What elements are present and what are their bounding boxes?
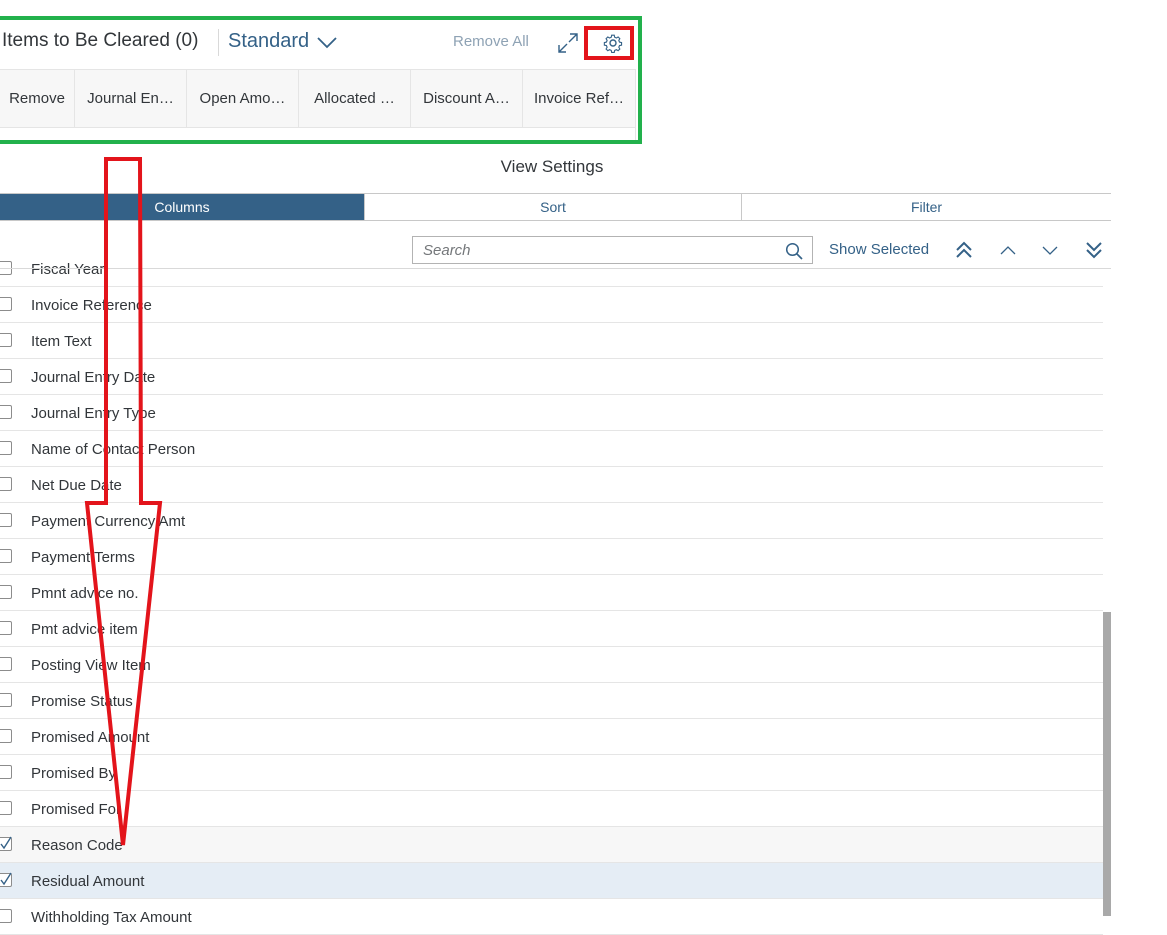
list-item-label: Pmt advice item — [31, 621, 138, 638]
column-list: Fiscal Year Invoice Reference Item Text Jou… — [0, 251, 1103, 935]
list-item[interactable]: Promise Status — [0, 683, 1103, 719]
chevron-down-icon — [317, 36, 337, 48]
list-item-label: Invoice Reference — [31, 297, 152, 314]
list-item[interactable]: Posting View Item — [0, 647, 1103, 683]
list-item-label: Payment Terms — [31, 549, 135, 566]
list-item-label: Residual Amount — [31, 873, 145, 890]
list-item[interactable]: Promised For — [0, 791, 1103, 827]
remove-all-button[interactable]: Remove All — [453, 33, 529, 50]
column-header-open-amount[interactable]: Open Amo… — [187, 70, 299, 127]
list-item[interactable]: Name of Contact Person — [0, 431, 1103, 467]
list-item-label: Journal Entry Date — [31, 369, 156, 386]
checkbox[interactable] — [0, 333, 12, 347]
checkbox[interactable] — [0, 441, 12, 455]
checkbox[interactable] — [0, 405, 12, 419]
table-title: Items to Be Cleared (0) — [2, 30, 199, 51]
checkbox[interactable] — [0, 369, 12, 383]
list-item[interactable]: Residual Amount — [0, 863, 1103, 899]
checkbox[interactable] — [0, 657, 12, 671]
checkbox-checked[interactable] — [0, 872, 12, 887]
list-item-label: Fiscal Year — [31, 261, 105, 278]
tab-sort[interactable]: Sort — [364, 194, 741, 220]
dialog-title: View Settings — [500, 157, 604, 176]
column-header-journal-entry[interactable]: Journal En… — [75, 70, 187, 127]
checkbox[interactable] — [0, 621, 12, 635]
list-item[interactable]: Net Due Date — [0, 467, 1103, 503]
list-item[interactable]: Withholding Tax Amount — [0, 899, 1103, 935]
column-header-remove[interactable]: Remove — [0, 70, 75, 127]
column-header-discount[interactable]: Discount A… — [411, 70, 523, 127]
checkbox[interactable] — [0, 909, 12, 923]
column-header-allocated[interactable]: Allocated … — [299, 70, 411, 127]
list-item[interactable]: Pmnt advice no. — [0, 575, 1103, 611]
checkbox[interactable] — [0, 765, 12, 779]
checkbox[interactable] — [0, 549, 12, 563]
checkbox[interactable] — [0, 801, 12, 815]
checkbox-checked[interactable] — [0, 836, 12, 851]
list-item-label: Reason Code — [31, 837, 123, 854]
list-item[interactable]: Fiscal Year — [0, 251, 1103, 287]
gear-icon[interactable] — [602, 32, 624, 54]
list-item-label: Promised Amount — [31, 729, 150, 746]
variant-label: Standard — [228, 30, 310, 52]
list-item[interactable]: Journal Entry Type — [0, 395, 1103, 431]
list-item[interactable]: Reason Code — [0, 827, 1103, 863]
checkbox[interactable] — [0, 729, 12, 743]
checkbox[interactable] — [0, 693, 12, 707]
title-divider — [218, 29, 219, 56]
column-header-invoice-reference[interactable]: Invoice Ref… — [523, 70, 636, 127]
list-item[interactable]: Promised By — [0, 755, 1103, 791]
table-empty-area — [0, 126, 636, 140]
list-divider — [0, 268, 1111, 269]
list-item-label: Promised For — [31, 801, 122, 818]
list-item-label: Name of Contact Person — [31, 441, 196, 458]
list-item[interactable]: Payment Currency Amt — [0, 503, 1103, 539]
list-scrollbar[interactable] — [1103, 612, 1111, 916]
list-item-label: Payment Currency Amt — [31, 513, 186, 530]
list-item-label: Promise Status — [31, 693, 133, 710]
checkbox[interactable] — [0, 585, 12, 599]
variant-select[interactable]: Standard — [228, 30, 337, 53]
expand-icon[interactable] — [557, 32, 579, 54]
list-item-label: Withholding Tax Amount — [31, 909, 192, 926]
list-item[interactable]: Pmt advice item — [0, 611, 1103, 647]
checkmark-icon — [0, 872, 12, 886]
list-item-label: Pmnt advice no. — [31, 585, 139, 602]
tab-columns[interactable]: Columns — [0, 194, 364, 220]
list-item[interactable]: Payment Terms — [0, 539, 1103, 575]
checkbox[interactable] — [0, 477, 12, 491]
tab-bar: Columns Sort Filter — [0, 193, 1111, 221]
list-item-label: Net Due Date — [31, 477, 122, 494]
list-item[interactable]: Item Text — [0, 323, 1103, 359]
list-item-label: Posting View Item — [31, 657, 151, 674]
list-item-label: Promised By — [31, 765, 117, 782]
tab-filter[interactable]: Filter — [741, 194, 1111, 220]
checkbox[interactable] — [0, 297, 12, 311]
list-item[interactable]: Promised Amount — [0, 719, 1103, 755]
list-item[interactable]: Invoice Reference — [0, 287, 1103, 323]
list-item[interactable]: Journal Entry Date — [0, 359, 1103, 395]
list-item-label: Journal Entry Type — [31, 405, 156, 422]
list-item-label: Item Text — [31, 333, 92, 350]
checkbox[interactable] — [0, 513, 12, 527]
checkmark-icon — [0, 836, 12, 850]
table-header-row: Remove Journal En… Open Amo… Allocated …… — [0, 69, 636, 128]
